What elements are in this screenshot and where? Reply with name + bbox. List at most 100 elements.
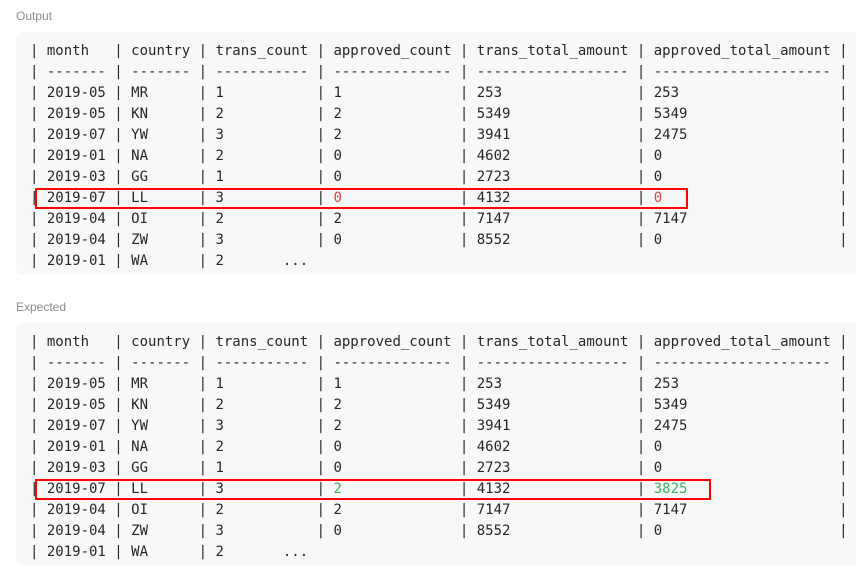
table-cell: 2019-01 [46,544,106,560]
table-cell: 1 [215,376,224,392]
table-cell: 3 [215,418,224,434]
expected-table: | month | country | trans_count | approv… [30,332,848,563]
table-cell: 2 [215,397,224,413]
table-cell: 1 [215,85,224,101]
table-cell: 8552 [476,232,511,248]
table-cell: approved_total_amount [653,43,831,59]
table-row: | 2019-01 | NA | 2 | 0 | 4602 | 0 | [30,146,848,167]
table-cell: 2019-01 [46,439,106,455]
table-cell: trans_total_amount [476,43,629,59]
table-cell: 7147 [476,211,511,227]
table-cell: approved_count [333,334,452,350]
table-cell: 3 [215,127,224,143]
expected-label: Expected [16,300,67,314]
table-cell: 0 [653,460,663,476]
table-cell: MR [131,376,149,392]
table-cell: --------------------- [653,355,831,371]
table-cell: 0 [333,148,342,164]
table-cell: 2 [333,502,342,518]
table-cell: 2019-01 [46,148,106,164]
table-cell: KN [131,397,149,413]
table-cell: country [131,43,191,59]
table-cell: 2019-04 [46,232,106,248]
table-cell: 7147 [476,502,511,518]
table-cell: ------- [131,64,191,80]
table-cell: NA [131,439,149,455]
table-cell: 2 [333,211,342,227]
table-row: | 2019-05 | MR | 1 | 1 | 253 | 253 | [30,83,848,104]
table-cell: -------------- [333,64,452,80]
table-cell: 2723 [476,460,511,476]
table-cell: 2019-01 [46,253,106,269]
table-cell: 2 [333,418,342,434]
table-cell: trans_total_amount [476,334,629,350]
table-separator-row: | ------- | ------- | ----------- | ----… [30,353,848,374]
table-cell: OI [131,211,149,227]
output-highlight-box [35,188,688,209]
table-cell: ------------------ [476,64,629,80]
table-cell: 0 [653,148,663,164]
table-cell: 2019-04 [46,502,106,518]
table-cell: 2019-07 [46,418,106,434]
table-header-row: | month | country | trans_count | approv… [30,332,848,353]
table-row: | 2019-01 | NA | 2 | 0 | 4602 | 0 | [30,437,848,458]
table-cell: WA [131,253,149,269]
table-cell: ZW [131,523,149,539]
table-cell: 4602 [476,148,511,164]
table-row: | 2019-04 | OI | 2 | 2 | 7147 | 7147 | [30,500,848,521]
table-cell: 253 [476,376,503,392]
table-cell: 3 [215,232,224,248]
table-cell: 5349 [476,397,511,413]
expected-highlight-box [35,479,711,500]
table-cell: 8552 [476,523,511,539]
table-cell: approved_total_amount [653,334,831,350]
table-cell: -------------- [333,355,452,371]
table-cell: 5349 [653,106,688,122]
table-cell: 2019-04 [46,523,106,539]
table-cell: GG [131,460,149,476]
table-cell: 5349 [653,397,688,413]
table-cell: 0 [653,523,663,539]
table-cell: 1 [333,85,342,101]
table-cell: 3941 [476,127,511,143]
table-cell: 2 [215,148,224,164]
table-cell: --------------------- [653,64,831,80]
table-cell: ZW [131,232,149,248]
table-cell: 2 [215,106,224,122]
table-row: | 2019-07 | YW | 3 | 2 | 3941 | 2475 | [30,125,848,146]
table-separator-row: | ------- | ------- | ----------- | ----… [30,62,848,83]
table-cell: ------- [46,355,106,371]
table-cell: 2 [215,502,224,518]
table-cell: 0 [653,439,663,455]
table-cell: trans_count [215,43,309,59]
table-cell: ------------------ [476,355,629,371]
output-label: Output [16,9,53,23]
table-cell: 2 [333,106,342,122]
table-cell: 2 [215,439,224,455]
table-cell: 2019-05 [46,85,106,101]
table-row: | 2019-03 | GG | 1 | 0 | 2723 | 0 | [30,458,848,479]
table-cell: 2019-04 [46,211,106,227]
table-cell: MR [131,85,149,101]
table-cell: 0 [333,169,342,185]
table-cell: 2019-05 [46,106,106,122]
table-cell: 0 [333,232,342,248]
expected-panel: | month | country | trans_count | approv… [16,323,856,565]
table-cell: 253 [653,85,680,101]
table-cell: 5349 [476,106,511,122]
table-cell: 1 [215,169,224,185]
table-cell: month [46,43,90,59]
table-cell: 2019-05 [46,376,106,392]
output-table: | month | country | trans_count | approv… [30,41,848,272]
table-cell: 2019-03 [46,460,106,476]
table-cell: OI [131,502,149,518]
table-cell: 0 [333,523,342,539]
table-cell: ------- [46,64,106,80]
table-row: | 2019-04 | OI | 2 | 2 | 7147 | 7147 | [30,209,848,230]
table-cell: KN [131,106,149,122]
table-cell: YW [131,127,149,143]
table-cell: WA [131,544,149,560]
table-cell: 0 [653,169,663,185]
table-cell: 2475 [653,127,688,143]
table-cell: 2019-05 [46,397,106,413]
